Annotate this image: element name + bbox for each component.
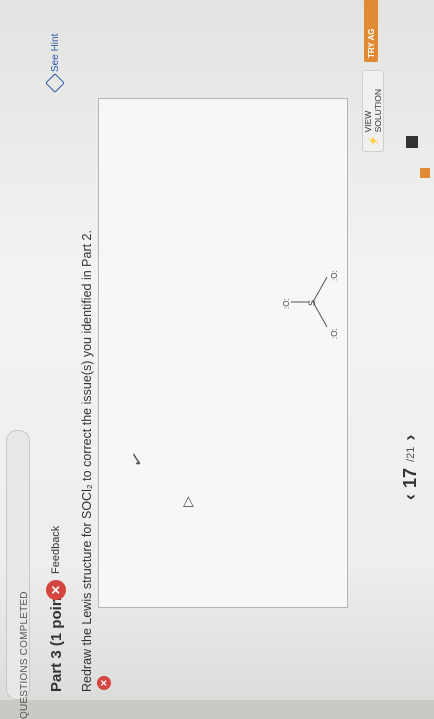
- part-title: Part 3 (1 point): [48, 586, 65, 692]
- lewis-structure: S :O: :O: :O:: [282, 270, 339, 339]
- checkmark-doodle-icon: ✓: [125, 448, 150, 470]
- prev-question-button[interactable]: ‹: [400, 494, 421, 500]
- atom-left: :O:: [330, 328, 339, 339]
- question-text: Redraw the Lewis structure for SOCl₂ to …: [80, 230, 94, 692]
- rotated-page: QUESTIONS COMPLETED Part 3 (1 point) ✕ F…: [0, 0, 434, 719]
- next-question-button[interactable]: ›: [400, 435, 421, 441]
- atom-right: :O:: [330, 270, 339, 281]
- try-again-label: TRY AG: [366, 28, 376, 58]
- progress-bar: QUESTIONS COMPLETED: [6, 430, 30, 719]
- drawing-canvas[interactable]: ✓ ▷ S :O: :O: :O:: [98, 98, 348, 608]
- total-questions: /21: [404, 446, 417, 462]
- taskbar-orange-icon[interactable]: [420, 168, 430, 178]
- bond-right: [312, 276, 328, 303]
- error-x-icon: ✕: [97, 676, 111, 690]
- bolt-icon: ⚡: [367, 135, 378, 146]
- feedback-link[interactable]: Feedback: [50, 526, 62, 574]
- view-solution-button[interactable]: ⚡ VIEW SOLUTION: [362, 70, 384, 152]
- view-solution-label: VIEW SOLUTION: [363, 88, 383, 133]
- cursor-icon: ▷: [179, 496, 195, 507]
- atom-top: :O:: [282, 298, 291, 309]
- see-hint-link[interactable]: See Hint: [45, 33, 65, 93]
- question-navigation: ‹ 17 /21 ›: [400, 435, 421, 500]
- feedback-x-icon[interactable]: ✕: [46, 580, 66, 600]
- taskbar-dark-icon[interactable]: [406, 136, 418, 148]
- atom-central: S: [307, 300, 317, 306]
- hint-icon: [45, 73, 65, 93]
- hint-label: See Hint: [49, 33, 61, 72]
- current-question-number: 17: [400, 467, 420, 488]
- try-again-button[interactable]: TRY AG: [364, 0, 378, 62]
